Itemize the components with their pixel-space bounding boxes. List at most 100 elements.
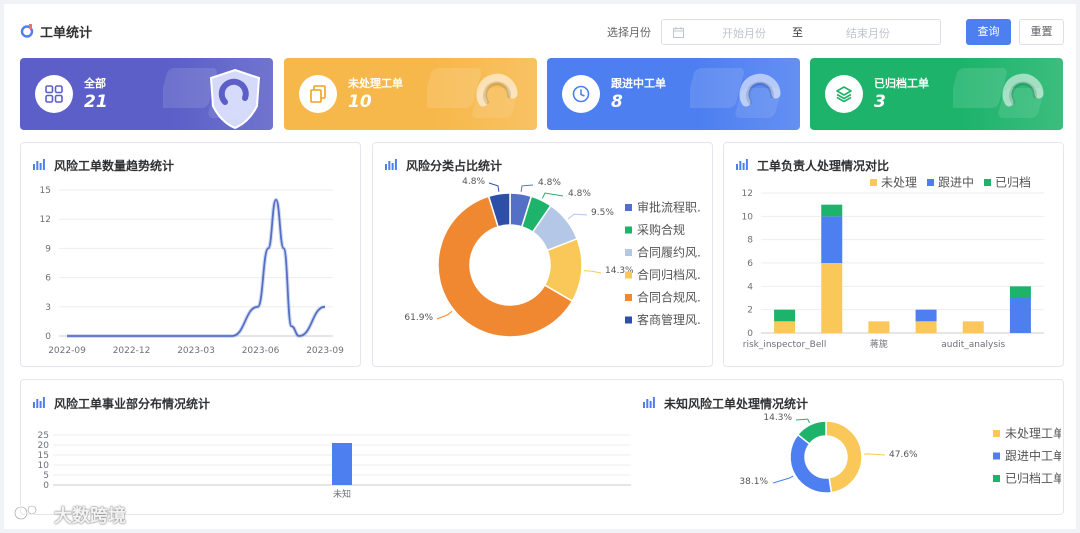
stacked-bar-segment — [915, 309, 937, 322]
stat-value: 8 — [611, 92, 623, 112]
watermark-text: 大数跨境 — [54, 506, 126, 527]
shield-shape — [209, 68, 261, 130]
label-leader — [541, 192, 564, 199]
deco-shape — [690, 68, 744, 108]
label-leader — [488, 182, 500, 192]
stat-value: 10 — [348, 92, 372, 112]
page-title: 工单统计 — [40, 26, 93, 41]
query-button[interactable]: 查询 — [966, 19, 1011, 45]
legend-label: 采购合规 — [637, 222, 685, 237]
app-logo-icon — [20, 24, 34, 38]
copy-icon — [310, 85, 326, 103]
legend-label: 合同合规风. — [637, 290, 701, 305]
stat-card-all[interactable]: 全部 21 — [20, 58, 273, 130]
stacked-bar-segment — [915, 321, 937, 333]
page-frame: 工单统计 选择月份 开始月份 至 结束月份 查询 重置 全部 21 未处理工单 … — [4, 4, 1076, 529]
x-tick-label: 2023-03 — [177, 346, 215, 356]
y-tick-label: 15 — [38, 451, 49, 461]
deco-shape — [427, 68, 481, 108]
stat-icon-circle — [562, 75, 600, 113]
bar — [332, 443, 352, 485]
range-separator: 至 — [792, 26, 803, 39]
end-month-input[interactable]: 结束月份 — [838, 25, 898, 41]
label-leader — [772, 475, 794, 484]
month-filter-label: 选择月份 — [607, 26, 651, 39]
legend-swatch — [927, 179, 934, 186]
legend-label: 跟进中 — [938, 175, 974, 190]
grid-icon — [45, 85, 63, 103]
x-tick-label: 2022-09 — [48, 346, 86, 356]
stacked-bar-segment — [821, 204, 843, 217]
stat-label: 已归档工单 — [874, 77, 929, 90]
slice-label: 38.1% — [739, 477, 768, 487]
legend-swatch — [984, 179, 991, 186]
stat-label: 全部 — [84, 77, 106, 90]
department-card-title: 风险工单事业部分布情况统计 — [54, 397, 211, 411]
deco-shape — [163, 68, 217, 108]
y-tick-label: 15 — [40, 186, 51, 196]
chart-icon — [33, 159, 45, 170]
y-tick-label: 0 — [45, 332, 51, 342]
y-tick-label: 2 — [747, 306, 753, 316]
stat-card-pending[interactable]: 未处理工单 10 — [284, 58, 537, 130]
stat-card-archived[interactable]: 已归档工单 3 — [810, 58, 1063, 130]
y-tick-label: 5 — [43, 471, 49, 481]
decorative-logo-icon — [690, 68, 781, 118]
y-tick-label: 0 — [747, 329, 753, 339]
x-tick-label: 2023-06 — [242, 346, 280, 356]
month-range-picker[interactable]: 开始月份 至 结束月份 — [661, 19, 941, 45]
stat-card-following[interactable]: 跟进中工单 8 — [547, 58, 800, 130]
stacked-bar-segment — [774, 321, 796, 333]
stacked-bar-segment — [821, 216, 843, 263]
stat-icon-circle — [299, 75, 337, 113]
slice-label: 9.5% — [591, 208, 614, 218]
donut-slice — [825, 420, 863, 494]
label-leader — [436, 310, 453, 320]
bottom-card: 风险工单事业部分布情况统计 未知风险工单处理情况统计 0 5 10 15 20 25 未知 … — [20, 379, 1064, 515]
category-donut-chart: 4.8%4.8%9.5%14.3%61.9%4.8%审批流程职.采购合规合同履约… — [404, 177, 701, 338]
decorative-logo-icon — [953, 68, 1044, 118]
slice-label: 4.8% — [538, 178, 561, 188]
y-tick-label: 8 — [747, 236, 753, 246]
slice-label: 4.8% — [462, 177, 485, 187]
y-tick-label: 4 — [747, 282, 753, 292]
y-tick-label: 10 — [38, 461, 50, 471]
legend-label: 未处理 — [881, 176, 917, 190]
start-month-input[interactable]: 开始月份 — [714, 25, 774, 41]
stacked-bar-segment — [962, 321, 984, 333]
legend-swatch — [625, 249, 632, 256]
stacked-bar-segment — [774, 309, 796, 322]
y-tick-label: 20 — [38, 441, 50, 451]
label-leader — [583, 270, 602, 274]
owner-card: 工单负责人处理情况对比 0 2 4 6 8 10 12 risk_inspector_Bell… — [723, 142, 1064, 367]
label-leader — [520, 184, 534, 192]
stacked-bar-segment — [868, 321, 890, 333]
label-leader — [863, 453, 886, 456]
trend-card-title: 风险工单数量趋势统计 — [54, 159, 175, 173]
trend-line — [67, 198, 326, 337]
stat-label: 未处理工单 — [348, 77, 403, 90]
slice-label: 61.9% — [404, 313, 433, 323]
stat-value: 3 — [874, 92, 886, 112]
watermark-logo-icon — [13, 504, 38, 521]
stacked-bar-segment — [1009, 298, 1031, 333]
x-tick-label: 蒋旎 — [870, 338, 888, 350]
owner-stacked-bar-chart: 0 2 4 6 8 10 12 risk_inspector_Bell 蒋旎 audit_anal… — [742, 175, 1044, 350]
legend-swatch — [625, 316, 632, 324]
reset-button[interactable]: 重置 — [1019, 19, 1064, 45]
x-tick-label: risk_inspector_Bell — [743, 340, 827, 350]
x-tick-label: audit_analysis — [941, 340, 1005, 350]
y-tick-label: 9 — [45, 244, 51, 254]
legend-label: 跟进中工单 — [1005, 448, 1061, 463]
unknown-donut-chart: 47.6% 38.1% 14.3% 未处理工单跟进中工单已归档工单 — [739, 413, 1061, 494]
stat-label: 跟进中工单 — [611, 77, 666, 90]
chart-icon — [33, 397, 45, 408]
y-tick-label: 6 — [747, 259, 753, 269]
legend-label: 已归档 — [995, 176, 1031, 190]
legend-swatch — [625, 204, 632, 211]
y-tick-label: 12 — [742, 189, 753, 199]
legend-label: 合同履约风. — [637, 245, 701, 260]
label-leader — [567, 213, 588, 220]
clock-icon — [572, 85, 590, 103]
x-tick-label: 2022-12 — [113, 346, 151, 356]
